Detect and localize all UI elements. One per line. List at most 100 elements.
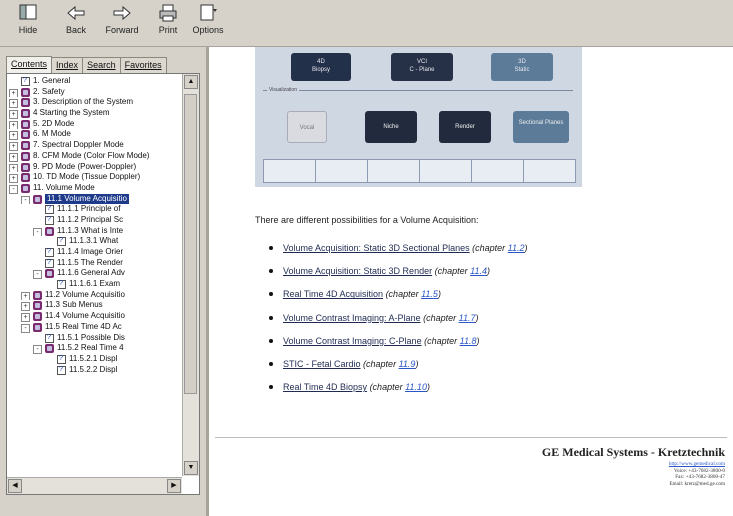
tree-item[interactable]: 11.1.6.1 Exam <box>7 279 181 290</box>
scroll-down-arrow-icon[interactable]: ▼ <box>184 461 198 475</box>
print-button[interactable]: Print <box>146 3 190 43</box>
topic-link[interactable]: Volume Acquisition: Static 3D Sectional … <box>283 243 470 253</box>
expand-icon[interactable]: + <box>9 120 18 130</box>
topic-link[interactable]: Real Time 4D Biopsy <box>283 382 367 392</box>
back-button[interactable]: Back <box>54 3 98 43</box>
tree-item[interactable]: 11.5.2.1 Displ <box>7 354 181 365</box>
chapter-link[interactable]: 11.8 <box>460 336 477 346</box>
tree-item[interactable]: 11.5.1 Possible Dis <box>7 332 181 343</box>
chapter-link[interactable]: 11.5 <box>421 289 438 299</box>
tab-search[interactable]: Search <box>82 57 121 74</box>
collapse-icon[interactable]: - <box>33 345 42 354</box>
list-item: Volume Contrast Imaging: A-Plane (chapte… <box>269 311 528 334</box>
tree-item[interactable]: +5. 2D Mode <box>7 119 181 130</box>
tree-item[interactable]: +11.4 Volume Acquisitio <box>7 311 181 322</box>
tree-item-label: 9. PD Mode (Power-Doppler) <box>33 161 137 171</box>
tree-item[interactable]: +8. CFM Mode (Color Flow Mode) <box>7 151 181 162</box>
tree-item[interactable]: 11.1.2 Principal Sc <box>7 215 181 226</box>
help-page-icon <box>45 204 54 215</box>
tree-item[interactable]: 11.1.4 Image Orier <box>7 247 181 258</box>
chapter-link[interactable]: 11.4 <box>470 266 487 276</box>
contents-tree: 1. General+2. Safety+3. Description of t… <box>7 76 181 375</box>
tree-item[interactable]: +11.3 Sub Menus <box>7 300 181 312</box>
tree-item[interactable]: - 11.5.2 Real Time 4 <box>7 343 181 354</box>
email-address[interactable]: Email: kretz@med.ge.com <box>669 481 725 488</box>
book-icon <box>33 194 42 204</box>
expand-icon[interactable]: + <box>9 110 18 119</box>
tree-item[interactable]: +11.2 Volume Acquisitio <box>7 290 181 301</box>
chapter-link[interactable]: 11.7 <box>459 313 476 323</box>
collapse-icon[interactable]: - <box>21 195 30 205</box>
expand-icon[interactable]: + <box>9 99 18 109</box>
options-button[interactable]: Options <box>186 3 230 43</box>
tree-horizontal-scrollbar[interactable]: ◀ ▶ <box>7 477 182 494</box>
tree-item[interactable]: 11.1.1 Principle of <box>7 204 181 215</box>
tree-item[interactable]: 11.5.2.2 Displ <box>7 365 181 375</box>
tree-item[interactable]: - 11.5 Real Time 4D Ac <box>7 322 181 333</box>
book-icon <box>21 151 30 161</box>
list-item: Volume Acquisition: Static 3D Render (ch… <box>269 264 528 287</box>
tree-item[interactable]: +7. Spectral Doppler Mode <box>7 140 181 151</box>
topic-link[interactable]: Volume Contrast Imaging: C-Plane <box>283 336 422 346</box>
tree-vertical-scrollbar[interactable]: ▲ ▼ <box>182 74 199 476</box>
list-item: STIC - Fetal Cardio (chapter 11.9) <box>269 357 528 380</box>
expand-icon[interactable]: + <box>21 302 30 312</box>
tree-item[interactable]: +9. PD Mode (Power-Doppler) <box>7 162 181 173</box>
topic-link[interactable]: Volume Contrast Imaging: A-Plane <box>283 313 421 323</box>
tree-item[interactable]: 11.1.3.1 What <box>7 236 181 247</box>
scroll-left-arrow-icon[interactable]: ◀ <box>8 479 22 493</box>
tree-item[interactable]: - 11.1.6 General Adv <box>7 268 181 280</box>
collapse-icon[interactable]: - <box>33 270 42 280</box>
book-icon <box>33 322 42 332</box>
chapter-link[interactable]: 11.2 <box>508 243 525 253</box>
tree-item-label: 11.1.1 Principle of <box>57 204 121 214</box>
book-icon <box>21 141 30 151</box>
nav-tabs: Contents Index Search Favorites <box>6 56 167 74</box>
topic-link[interactable]: Real Time 4D Acquisition <box>283 289 383 299</box>
expand-icon[interactable]: + <box>9 88 18 98</box>
topic-link[interactable]: STIC - Fetal Cardio <box>283 359 361 369</box>
book-icon <box>21 173 30 183</box>
content-pane: 4D Biopsy VCI C - Plane 3D Static Visual… <box>209 47 733 516</box>
screenshot-button-vocal: Vocal <box>287 111 327 143</box>
topic-link[interactable]: Volume Acquisition: Static 3D Render <box>283 266 432 276</box>
tree-item[interactable]: +2. Safety <box>7 87 181 98</box>
visualization-divider <box>263 90 573 91</box>
tree-scroll-thumb[interactable] <box>184 94 197 394</box>
chapter-link[interactable]: 11.9 <box>399 359 416 369</box>
tab-favorites[interactable]: Favorites <box>119 57 167 74</box>
expand-icon[interactable]: + <box>9 163 18 173</box>
scroll-right-arrow-icon[interactable]: ▶ <box>167 479 181 493</box>
tab-contents[interactable]: Contents <box>6 56 53 74</box>
tree-item-label: 11.5.1 Possible Dis <box>57 332 125 342</box>
tree-item[interactable]: - 11.1 Volume Acquisitio <box>7 193 181 205</box>
expand-icon[interactable]: + <box>9 142 18 151</box>
forward-button[interactable]: Forward <box>100 3 144 43</box>
collapse-icon[interactable]: - <box>9 184 18 194</box>
tree-item-label: 11.4 Volume Acquisitio <box>45 311 125 321</box>
chapter-prefix: (chapter <box>369 382 406 393</box>
tree-item[interactable]: +3. Description of the System <box>7 97 181 109</box>
tab-index[interactable]: Index <box>51 57 84 74</box>
scroll-up-arrow-icon[interactable]: ▲ <box>184 75 198 89</box>
website-link[interactable]: http://www.gemedical.com <box>669 461 725 468</box>
collapse-icon[interactable]: - <box>21 323 30 333</box>
screenshot-button-4d-biopsy: 4D Biopsy <box>291 53 351 81</box>
expand-icon[interactable]: + <box>9 174 18 183</box>
tree-item[interactable]: +4 Starting the System <box>7 108 181 119</box>
hide-button[interactable]: Hide <box>6 3 50 43</box>
expand-icon[interactable]: + <box>9 152 18 162</box>
tree-item[interactable]: +10. TD Mode (Tissue Doppler) <box>7 172 181 183</box>
tree-item[interactable]: 1. General <box>7 76 181 87</box>
chapter-prefix: (chapter <box>385 289 422 300</box>
expand-icon[interactable]: + <box>21 313 30 322</box>
expand-icon[interactable]: + <box>9 131 18 141</box>
tree-item[interactable]: - 11. Volume Mode <box>7 183 181 194</box>
chapter-link[interactable]: 11.10 <box>405 382 427 392</box>
tree-item[interactable]: 11.1.5 The Render <box>7 258 181 268</box>
expand-icon[interactable]: + <box>21 291 30 301</box>
tree-item-label: 11.1.3.1 What <box>69 236 119 246</box>
tree-item[interactable]: - 11.1.3 What is Inte <box>7 226 181 237</box>
collapse-icon[interactable]: - <box>33 227 42 237</box>
tree-item[interactable]: +6. M Mode <box>7 129 181 141</box>
